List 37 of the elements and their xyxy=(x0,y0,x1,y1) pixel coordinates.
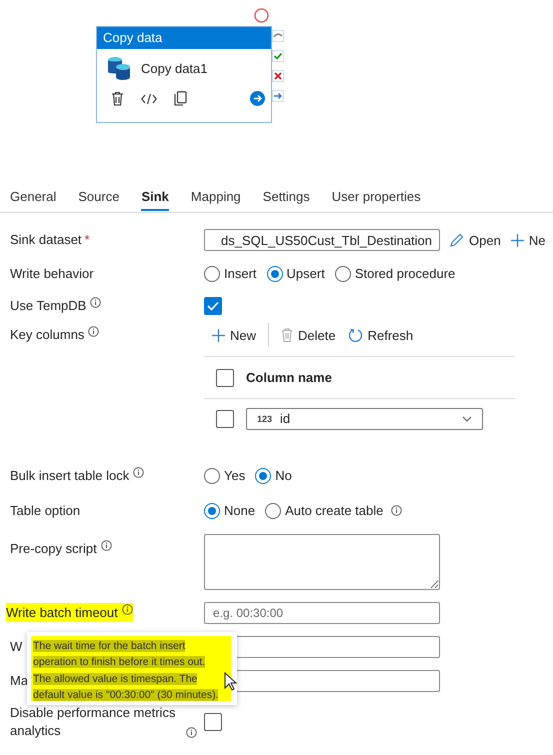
radio-option[interactable]: Yes xyxy=(204,468,246,484)
radio-option[interactable]: None xyxy=(204,502,256,518)
field-label: Sink dataset xyxy=(10,231,82,249)
radio-option[interactable]: Upsert xyxy=(266,266,325,282)
field-label: Bulk insert table lock xyxy=(10,466,130,484)
tab[interactable]: User properties xyxy=(332,183,421,211)
tab[interactable]: Sink xyxy=(141,183,169,211)
add-button[interactable]: New xyxy=(212,328,256,342)
activity-card[interactable]: Copy data Copy data1 xyxy=(96,26,272,123)
field-label: Write batch timeout xyxy=(6,603,133,622)
dataset-dropdown[interactable]: ds_SQL_US50Cust_Tbl_Destination xyxy=(204,229,440,251)
refresh-button[interactable]: Refresh xyxy=(348,328,414,342)
field-label: Table option xyxy=(10,502,80,520)
field-label: Key columns xyxy=(10,326,84,344)
activity-type-title: Copy data xyxy=(97,27,271,49)
field-label: Pre-copy script xyxy=(10,540,97,558)
tab[interactable]: Mapping xyxy=(190,183,241,211)
field-label: Ma xyxy=(10,672,28,690)
column-dropdown[interactable]: 123 id xyxy=(246,408,483,430)
required-mark: * xyxy=(84,232,90,247)
input-field[interactable]: e.g. 00:30:00 xyxy=(204,602,440,624)
tab[interactable]: Source xyxy=(78,183,120,211)
column-header: Column name xyxy=(246,370,332,385)
tab[interactable]: Settings xyxy=(262,183,310,211)
radio-option[interactable]: No xyxy=(255,468,292,484)
radio-option[interactable]: Auto create table xyxy=(265,502,402,518)
field-label: Write behavior xyxy=(10,264,94,282)
field-label: Use TempDB xyxy=(10,297,86,315)
delete-button[interactable]: Delete xyxy=(281,328,336,342)
field-label: W xyxy=(10,638,22,656)
radio-option[interactable]: Stored procedure xyxy=(334,266,456,282)
radio-option[interactable]: Insert xyxy=(204,266,257,282)
open-button[interactable]: Open xyxy=(450,232,501,248)
tab[interactable]: General xyxy=(10,183,56,211)
field-label: Disable performance metrics analytics xyxy=(10,704,176,740)
activity-name: Copy data1 xyxy=(141,60,208,76)
add-button[interactable]: Ne xyxy=(510,232,546,248)
